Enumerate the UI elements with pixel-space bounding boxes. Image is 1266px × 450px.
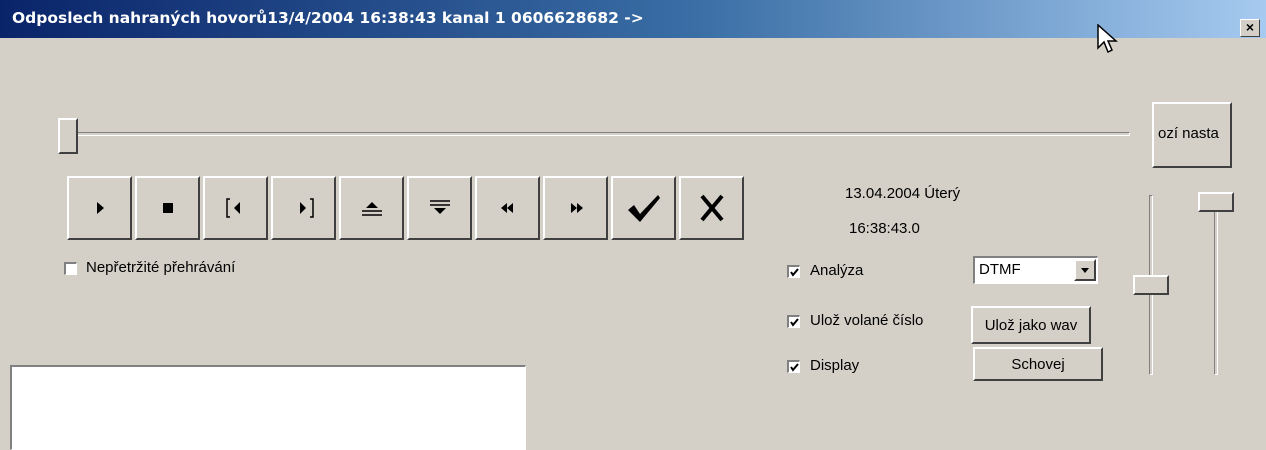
time-text: 16:38:43.0: [849, 220, 920, 237]
confirm-button[interactable]: [611, 176, 676, 240]
close-icon: ×: [1245, 19, 1255, 35]
x-icon: [699, 194, 724, 222]
rewind-button[interactable]: [475, 176, 540, 240]
hide-label: Schovej: [1011, 355, 1065, 373]
fast-forward-button[interactable]: [543, 176, 608, 240]
mark-start-icon: [225, 198, 240, 218]
date-text: 13.04.2004 Úterý: [845, 185, 961, 202]
chevron-down-icon: [1081, 268, 1089, 273]
checkmark-icon: [627, 195, 660, 222]
save-number-checkbox[interactable]: [787, 315, 800, 328]
mark-end-icon: [299, 198, 314, 218]
eject-down-button[interactable]: [407, 176, 472, 240]
eject-down-icon: [429, 200, 450, 214]
settings-button[interactable]: ozí nasta: [1152, 102, 1232, 168]
output-textbox[interactable]: [10, 365, 526, 450]
play-icon: [96, 202, 104, 214]
stop-button[interactable]: [135, 176, 200, 240]
eject-up-icon: [361, 202, 382, 216]
volume-slider-2-thumb[interactable]: [1198, 192, 1234, 212]
play-button[interactable]: [67, 176, 132, 240]
display-checkbox[interactable]: [787, 360, 800, 373]
rewind-icon: [500, 203, 513, 213]
fast-forward-icon: [570, 203, 583, 213]
cancel-button[interactable]: [679, 176, 744, 240]
save-number-label: Ulož volané číslo: [810, 312, 924, 329]
mouse-cursor-icon: [1097, 24, 1118, 54]
save-wav-button[interactable]: Ulož jako wav: [971, 306, 1091, 344]
analysis-checkbox[interactable]: [787, 265, 800, 278]
analysis-label: Analýza: [810, 262, 864, 279]
checkmark-icon: [790, 318, 799, 327]
settings-button-label: ozí nasta: [1158, 125, 1219, 142]
eject-up-button[interactable]: [339, 176, 404, 240]
position-slider-thumb[interactable]: [58, 118, 78, 154]
mark-start-button[interactable]: [203, 176, 268, 240]
stop-icon: [162, 203, 173, 213]
mark-end-button[interactable]: [271, 176, 336, 240]
hide-button[interactable]: Schovej: [973, 347, 1103, 381]
title-bar: Odposlech nahraných hovorů13/4/2004 16:3…: [0, 0, 1266, 38]
checkmark-icon: [790, 363, 799, 372]
volume-slider-1-thumb[interactable]: [1133, 275, 1169, 295]
dropdown-button[interactable]: [1074, 259, 1096, 281]
close-button[interactable]: ×: [1240, 19, 1260, 37]
continuous-playback-checkbox[interactable]: [64, 262, 77, 275]
window-title: Odposlech nahraných hovorů13/4/2004 16:3…: [12, 9, 644, 27]
volume-slider-2-track[interactable]: [1214, 195, 1218, 375]
analysis-mode-value: DTMF: [979, 261, 1021, 278]
continuous-playback-label: Nepřetržité přehrávání: [86, 259, 236, 276]
position-slider-track[interactable]: [68, 132, 1130, 136]
analysis-mode-select[interactable]: DTMF: [973, 256, 1098, 284]
save-wav-label: Ulož jako wav: [984, 316, 1078, 334]
display-label: Display: [810, 357, 860, 374]
checkmark-icon: [790, 268, 799, 277]
